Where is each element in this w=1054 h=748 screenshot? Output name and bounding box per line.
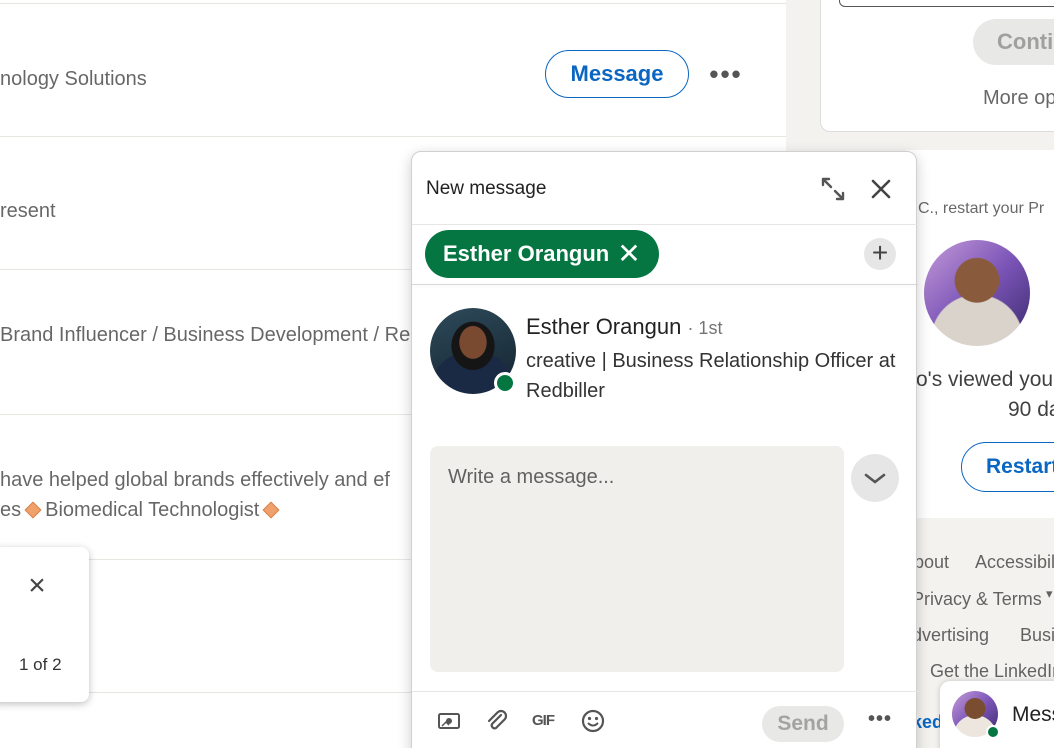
close-icon[interactable]	[868, 176, 894, 202]
attachment-icon[interactable]	[484, 708, 510, 734]
expand-icon[interactable]	[820, 176, 846, 202]
pager-popup: × 1 of 2	[0, 547, 89, 702]
send-button[interactable]: Send	[762, 706, 844, 742]
feed-row: nology Solutions Message •••	[0, 3, 786, 137]
dialog-title: New message	[426, 178, 547, 199]
online-status-dot	[986, 725, 1000, 739]
avatar	[924, 240, 1030, 346]
divider	[412, 284, 918, 285]
row-about-fragment: Biomedical Technologist	[45, 499, 260, 521]
message-compose-box	[430, 446, 844, 672]
profile-name: Esther Orangun	[526, 314, 682, 339]
more-options-link[interactable]: More op	[983, 87, 1054, 110]
pager-count: 1 of 2	[19, 655, 62, 674]
remove-recipient-icon[interactable]: ✕	[617, 240, 640, 268]
sidebar-card: Conti More op	[820, 0, 1054, 132]
message-input[interactable]	[430, 446, 844, 672]
footer-link-about[interactable]: bout	[914, 552, 949, 573]
diamond-icon	[24, 501, 42, 519]
new-message-dialog: New message Esther Orangun ✕ + Esther Or…	[411, 151, 918, 748]
divider	[412, 691, 918, 692]
row-subtitle: nology Solutions	[0, 68, 147, 90]
image-icon[interactable]	[436, 708, 462, 734]
footer-link-accessibility[interactable]: Accessibili	[975, 552, 1054, 573]
online-status-dot	[494, 372, 516, 394]
message-button[interactable]: Message	[545, 50, 689, 98]
add-recipient-button[interactable]: +	[864, 238, 896, 270]
footer-link-privacy[interactable]: Privacy & Terms	[912, 589, 1042, 610]
row-about-fragment: es	[0, 499, 22, 521]
row-about-line2: es Biomedical Technologist	[0, 499, 283, 522]
close-icon[interactable]: ×	[26, 571, 48, 601]
messaging-label: Mess	[1012, 703, 1054, 726]
footer-link-business[interactable]: Busi	[1020, 625, 1054, 646]
emoji-icon[interactable]	[580, 708, 606, 734]
footer-link-get-app[interactable]: Get the LinkedIn	[930, 661, 1054, 682]
continue-button[interactable]: Conti	[973, 19, 1054, 65]
profile-views-text: o's viewed you	[916, 368, 1054, 391]
row-headline-text: Brand Influencer / Business Development …	[0, 324, 411, 346]
row-date-text: resent	[0, 200, 56, 222]
connection-degree: · 1st	[687, 318, 723, 338]
row-about-line1: have helped global brands effectively an…	[0, 469, 390, 491]
diamond-icon	[262, 501, 280, 519]
profile-views-days: 90 da	[1008, 398, 1054, 421]
collapse-button[interactable]	[851, 454, 899, 502]
recipient-profile-name[interactable]: Esther Orangun · 1st	[526, 314, 722, 340]
more-options-icon[interactable]: •••	[706, 61, 746, 87]
messaging-bar[interactable]: Mess	[940, 681, 1054, 748]
sidebar-input[interactable]	[839, 0, 1054, 7]
profile-headline: creative | Business Relationship Officer…	[526, 350, 896, 402]
gif-icon[interactable]: GIF	[532, 712, 555, 729]
footer-link-advertising[interactable]: dvertising	[912, 625, 989, 646]
divider	[412, 224, 918, 225]
chevron-down-icon	[864, 473, 886, 484]
recipient-chip[interactable]: Esther Orangun ✕	[425, 230, 659, 278]
restart-promo-text: C., restart your Pr	[918, 200, 1045, 217]
chevron-down-icon[interactable]: ▾	[1046, 586, 1053, 602]
premium-card: C., restart your Pr o's viewed you 90 da…	[900, 150, 1054, 518]
more-options-icon[interactable]: •••	[868, 708, 892, 731]
recipient-name: Esther Orangun	[443, 241, 610, 266]
restart-button[interactable]: Restart	[961, 442, 1054, 492]
